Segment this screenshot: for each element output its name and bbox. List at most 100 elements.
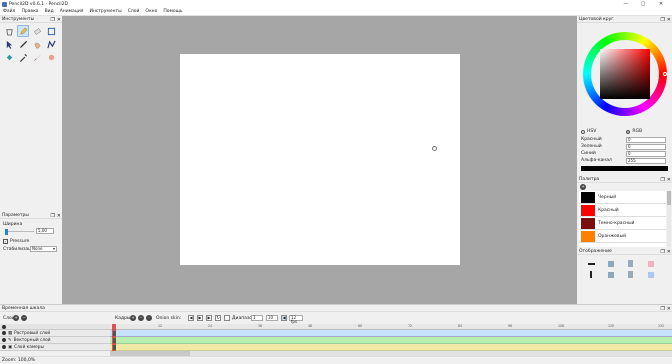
onion-next-icon[interactable] — [628, 271, 633, 278]
onion-prev-icon[interactable] — [628, 260, 633, 267]
layer-row[interactable]: ▣ Слой камеры — [0, 344, 110, 351]
stabilizer-select[interactable]: None ▾ — [30, 246, 57, 252]
pointer-icon[interactable] — [3, 38, 15, 50]
range-end-input[interactable]: 10 — [266, 315, 278, 321]
eye-icon[interactable] — [2, 338, 6, 342]
red-input[interactable]: 0 — [626, 137, 666, 143]
drawing-area[interactable] — [62, 16, 577, 304]
ruler-tick: 108 — [558, 324, 565, 328]
pencil-icon[interactable] — [17, 25, 29, 37]
eraser-icon[interactable] — [31, 25, 43, 37]
float-icon[interactable]: ❐ — [660, 17, 664, 23]
pencil-outline-icon[interactable] — [608, 272, 614, 278]
bucket-icon[interactable] — [3, 51, 15, 63]
close-button[interactable]: ✕ — [655, 0, 667, 8]
palette-item[interactable]: Темно-красный — [579, 217, 666, 230]
menu-edit[interactable]: Правка — [21, 9, 38, 14]
app-icon — [2, 1, 7, 7]
next-frame-icon[interactable]: ▶ — [206, 315, 212, 321]
polyline-icon[interactable] — [45, 38, 57, 50]
maximize-button[interactable]: ▢ — [637, 0, 649, 8]
palette-item[interactable]: Красный — [579, 204, 666, 217]
range-start-input[interactable]: 1 — [251, 315, 263, 321]
layer-track[interactable] — [110, 344, 672, 351]
menu-layer[interactable]: Слой — [128, 9, 140, 14]
remove-layer-icon[interactable]: − — [21, 315, 27, 321]
add-layer-icon[interactable]: + — [13, 315, 19, 321]
menu-window[interactable]: Окно — [145, 9, 157, 14]
hsv-radio[interactable] — [581, 129, 585, 134]
fps-input[interactable]: 12 fps — [289, 315, 303, 324]
menu-file[interactable]: Файл — [3, 9, 15, 14]
layer-track[interactable] — [110, 337, 672, 344]
saturation-value-square[interactable] — [600, 49, 650, 99]
menu-animation[interactable]: Анимация — [60, 9, 84, 14]
keyframe[interactable] — [113, 345, 116, 350]
close-icon[interactable]: ✕ — [667, 17, 671, 23]
rgb-radio[interactable] — [626, 129, 631, 134]
clear-icon[interactable] — [3, 25, 15, 37]
width-slider[interactable] — [5, 229, 8, 235]
duplicate-key-icon[interactable]: ◦ — [146, 315, 152, 321]
close-icon[interactable]: ✕ — [667, 306, 671, 312]
close-icon[interactable]: ✕ — [667, 249, 671, 255]
float-icon[interactable]: ❐ — [660, 249, 664, 255]
overlay-icon[interactable] — [608, 261, 614, 267]
eyedropper-icon[interactable] — [17, 51, 29, 63]
eye-icon[interactable] — [2, 345, 6, 349]
hue-handle[interactable] — [663, 72, 667, 76]
range-checkbox[interactable] — [224, 315, 230, 321]
menu-view[interactable]: Вид — [45, 9, 54, 14]
green-input[interactable]: 0 — [626, 144, 666, 150]
add-color-icon[interactable]: + — [580, 184, 586, 190]
close-icon[interactable]: ✕ — [667, 177, 671, 183]
horizontal-flip-icon[interactable] — [588, 263, 595, 265]
close-icon[interactable]: ✕ — [57, 213, 61, 219]
palette-item[interactable]: Оранжевый — [579, 230, 666, 243]
onion-blue-icon[interactable] — [648, 272, 654, 278]
keyframe[interactable] — [113, 331, 116, 336]
add-key-icon[interactable]: + — [130, 315, 136, 321]
smudge-icon[interactable] — [45, 51, 57, 63]
float-icon[interactable]: ❐ — [50, 17, 54, 23]
eye-icon[interactable] — [2, 331, 6, 335]
green-row: Зеленый 0 — [581, 144, 671, 151]
timeline-header: Временная шкала ❐ ✕ — [0, 305, 672, 312]
eye-icon[interactable] — [2, 325, 6, 329]
display-dock: Отображение ❐ ✕ — [577, 248, 672, 304]
menu-help[interactable]: Помощь — [163, 9, 182, 14]
layer-row[interactable]: ✎ Векторный слой — [0, 337, 110, 344]
sound-icon[interactable]: ◀ — [281, 315, 287, 321]
width-input[interactable]: 5,00 — [36, 228, 54, 234]
red-row: Красный 0 — [581, 137, 671, 144]
float-icon[interactable]: ❐ — [660, 177, 664, 183]
palette-item[interactable]: Черный — [579, 191, 666, 204]
play-prev-icon[interactable]: ◀ — [188, 315, 194, 321]
menu-tools[interactable]: Инструменты — [90, 9, 122, 14]
tools-title: Инструменты — [2, 16, 35, 22]
loop-icon[interactable]: ↻ — [215, 315, 221, 321]
onion-red-icon[interactable] — [648, 261, 654, 267]
float-icon[interactable]: ❐ — [660, 306, 664, 312]
canvas-paper[interactable] — [180, 54, 460, 265]
ruler-tick: 60 — [358, 324, 363, 328]
vertical-flip-icon[interactable] — [590, 271, 592, 278]
play-icon[interactable]: ▶ — [197, 315, 203, 321]
timeline-controls: Слои: + − Кадры: + − ◦ Onion skin: ◀ ▶ ▶… — [0, 313, 672, 324]
pressure-checkbox[interactable]: ✓ — [3, 238, 8, 244]
minimize-button[interactable]: — — [620, 0, 632, 8]
remove-key-icon[interactable]: − — [138, 315, 144, 321]
layer-row[interactable]: ▦ Растровый слой — [0, 330, 110, 337]
blue-input[interactable]: 0 — [626, 151, 666, 157]
keyframe[interactable] — [113, 338, 116, 343]
pen-icon[interactable] — [17, 38, 29, 50]
hand-icon[interactable] — [31, 38, 43, 50]
layer-track[interactable] — [110, 330, 672, 337]
palette-scrollbar[interactable] — [667, 191, 671, 247]
float-icon[interactable]: ❐ — [50, 213, 54, 219]
brush-icon[interactable] — [31, 51, 43, 63]
alpha-input[interactable]: 255 — [626, 158, 666, 164]
close-icon[interactable]: ✕ — [57, 17, 61, 23]
select-icon[interactable] — [45, 25, 57, 37]
hue-ring[interactable] — [583, 32, 667, 116]
